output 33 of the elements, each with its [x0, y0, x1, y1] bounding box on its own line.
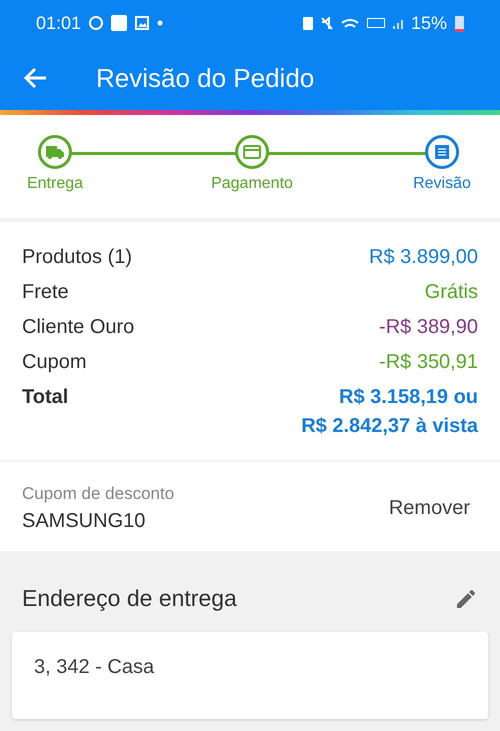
- step-label: Revisão: [413, 175, 471, 193]
- battery-icon: [455, 14, 464, 32]
- back-arrow-icon[interactable]: [24, 67, 48, 89]
- wifi-icon: [340, 18, 359, 28]
- dot-icon: [157, 20, 164, 26]
- summary-value: R$ 3.899,00: [369, 246, 478, 269]
- battery-level: 15%: [410, 12, 447, 34]
- summary-label: Cupom: [22, 351, 86, 374]
- summary-label: Frete: [22, 281, 69, 304]
- address-card[interactable]: 3, 342 - Casa: [12, 632, 488, 719]
- total-label: Total: [22, 386, 68, 410]
- page-title: Revisão do Pedido: [96, 62, 314, 94]
- signal-icon: [392, 17, 403, 29]
- mute-icon: [320, 16, 333, 30]
- coupon-label: Cupom de desconto: [22, 484, 174, 504]
- image-icon: [135, 16, 150, 30]
- section-title: Endereço de entrega: [22, 585, 237, 612]
- step-label: Entrega: [26, 175, 84, 193]
- card-icon: [243, 145, 261, 159]
- summary-value: -R$ 350,91: [379, 351, 478, 374]
- summary-label: Produtos (1): [22, 246, 132, 269]
- total-value: R$ 3.158,19 ou: [339, 386, 478, 409]
- truck-icon: [46, 145, 64, 159]
- address-line: 3, 342 - Casa: [34, 656, 154, 678]
- summary-value: Grátis: [424, 281, 478, 304]
- remove-button[interactable]: Remover: [380, 497, 478, 520]
- receipt-icon: [434, 144, 450, 160]
- summary-value: -R$ 389,90: [379, 316, 478, 339]
- status-time: 01:01: [36, 12, 82, 34]
- coupon-code: SAMSUNG10: [22, 510, 146, 533]
- total-value: R$ 2.842,37 à vista: [301, 415, 478, 438]
- summary-label: Cliente Ouro: [22, 316, 134, 339]
- step-label: Pagamento: [211, 175, 293, 193]
